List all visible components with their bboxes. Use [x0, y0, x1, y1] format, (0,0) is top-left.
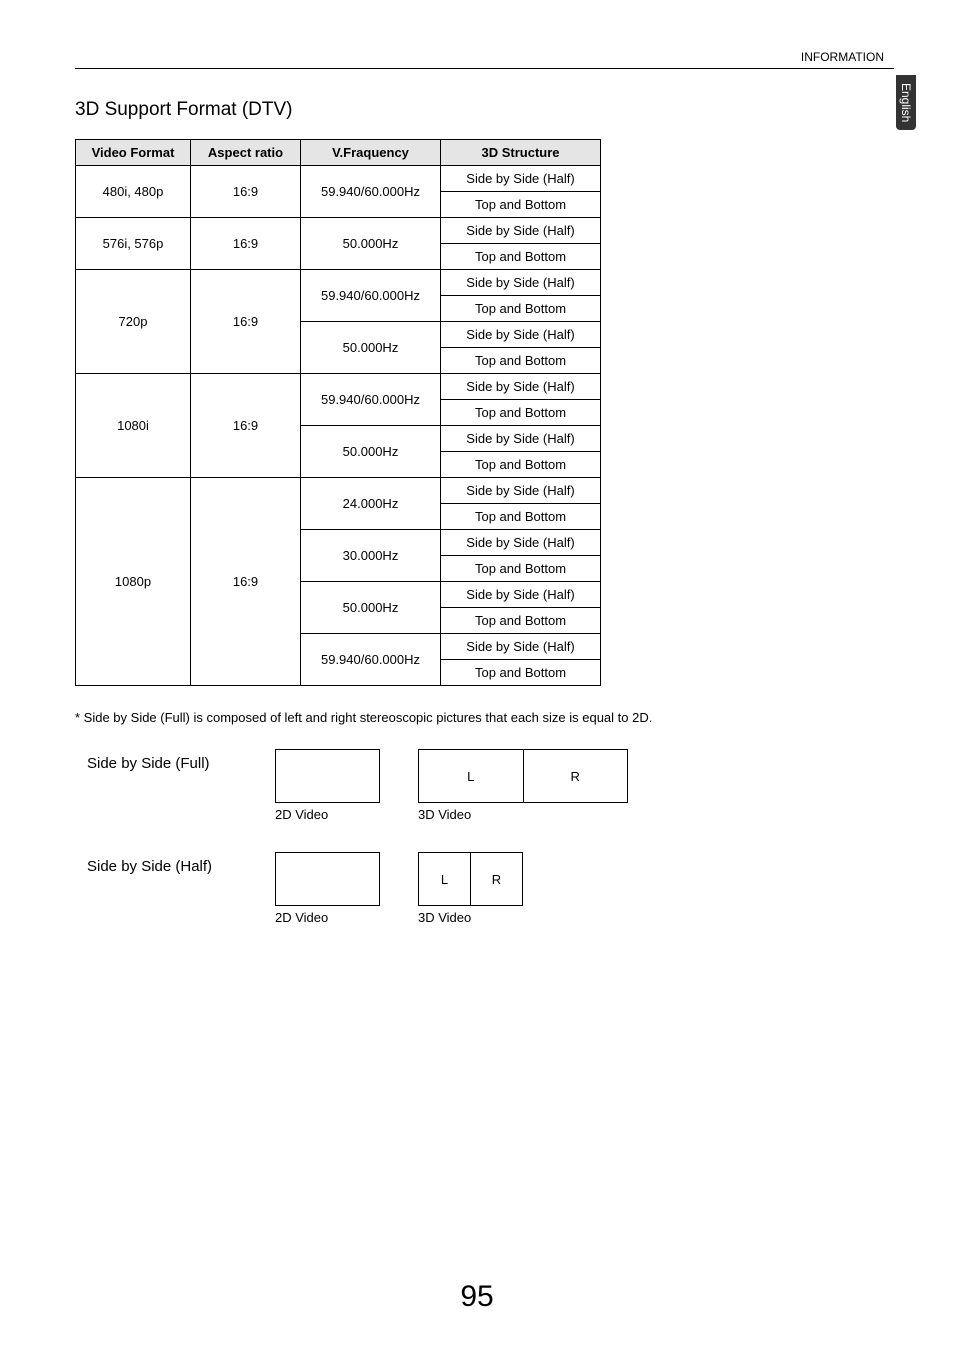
box-3d-full-r: R: [524, 750, 628, 802]
col-3d-structure: 3D Structure: [441, 140, 601, 166]
cell-3d-structure: Side by Side (Half): [441, 582, 601, 608]
fig-2d-full: 2D Video: [275, 749, 380, 822]
fig-2d-half: 2D Video: [275, 852, 380, 925]
dtv-format-table: Video Format Aspect ratio V.Fraquency 3D…: [75, 139, 601, 686]
col-aspect-ratio: Aspect ratio: [191, 140, 301, 166]
box-2d-video: [275, 749, 380, 803]
box-2d-video-half: [275, 852, 380, 906]
table-row: 576i, 576p16:950.000HzSide by Side (Half…: [76, 218, 601, 244]
header-section-label: INFORMATION: [801, 50, 884, 64]
fig-3d-full: L R 3D Video: [418, 749, 628, 822]
cell-3d-structure: Side by Side (Half): [441, 322, 601, 348]
caption-3d-full: 3D Video: [418, 807, 471, 822]
cell-3d-structure: Side by Side (Half): [441, 374, 601, 400]
fig-3d-half: L R 3D Video: [418, 852, 523, 925]
cell-vfrequency: 30.000Hz: [301, 530, 441, 582]
col-vfrequency: V.Fraquency: [301, 140, 441, 166]
cell-vfrequency: 59.940/60.000Hz: [301, 634, 441, 686]
diagram-label-full: Side by Side (Full): [75, 749, 275, 772]
cell-3d-structure: Side by Side (Half): [441, 166, 601, 192]
diagram-label-half: Side by Side (Half): [75, 852, 275, 875]
cell-vfrequency: 50.000Hz: [301, 426, 441, 478]
cell-aspect-ratio: 16:9: [191, 166, 301, 218]
cell-vfrequency: 59.940/60.000Hz: [301, 270, 441, 322]
table-row: 1080p16:924.000HzSide by Side (Half): [76, 478, 601, 504]
cell-video-format: 576i, 576p: [76, 218, 191, 270]
cell-3d-structure: Top and Bottom: [441, 244, 601, 270]
cell-vfrequency: 59.940/60.000Hz: [301, 374, 441, 426]
box-3d-half: L R: [418, 852, 523, 906]
cell-3d-structure: Top and Bottom: [441, 452, 601, 478]
cell-3d-structure: Top and Bottom: [441, 400, 601, 426]
cell-3d-structure: Top and Bottom: [441, 504, 601, 530]
page-header: INFORMATION: [75, 50, 894, 69]
box-3d-half-l: L: [419, 853, 471, 905]
cell-video-format: 1080p: [76, 478, 191, 686]
caption-2d-full: 2D Video: [275, 807, 328, 822]
page-number: 95: [0, 1280, 954, 1314]
col-video-format: Video Format: [76, 140, 191, 166]
section-title: 3D Support Format (DTV): [75, 99, 894, 121]
cell-3d-structure: Side by Side (Half): [441, 218, 601, 244]
cell-vfrequency: 59.940/60.000Hz: [301, 166, 441, 218]
caption-3d-half: 3D Video: [418, 910, 471, 925]
cell-3d-structure: Top and Bottom: [441, 556, 601, 582]
caption-2d-half: 2D Video: [275, 910, 328, 925]
diagram-sbs-full: Side by Side (Full) 2D Video L R 3D Vide…: [75, 749, 894, 822]
cell-3d-structure: Side by Side (Half): [441, 634, 601, 660]
cell-3d-structure: Top and Bottom: [441, 660, 601, 686]
cell-3d-structure: Side by Side (Half): [441, 270, 601, 296]
cell-aspect-ratio: 16:9: [191, 218, 301, 270]
table-row: 720p16:959.940/60.000HzSide by Side (Hal…: [76, 270, 601, 296]
cell-aspect-ratio: 16:9: [191, 478, 301, 686]
cell-vfrequency: 24.000Hz: [301, 478, 441, 530]
table-row: 1080i16:959.940/60.000HzSide by Side (Ha…: [76, 374, 601, 400]
cell-vfrequency: 50.000Hz: [301, 218, 441, 270]
cell-3d-structure: Side by Side (Half): [441, 426, 601, 452]
cell-video-format: 1080i: [76, 374, 191, 478]
box-3d-full: L R: [418, 749, 628, 803]
footnote: * Side by Side (Full) is composed of lef…: [75, 710, 894, 725]
cell-3d-structure: Top and Bottom: [441, 192, 601, 218]
diagram-sbs-half: Side by Side (Half) 2D Video L R 3D Vide…: [75, 852, 894, 925]
cell-3d-structure: Top and Bottom: [441, 608, 601, 634]
cell-3d-structure: Top and Bottom: [441, 296, 601, 322]
cell-video-format: 720p: [76, 270, 191, 374]
cell-video-format: 480i, 480p: [76, 166, 191, 218]
cell-3d-structure: Side by Side (Half): [441, 478, 601, 504]
table-row: 480i, 480p16:959.940/60.000HzSide by Sid…: [76, 166, 601, 192]
cell-aspect-ratio: 16:9: [191, 374, 301, 478]
language-tab: English: [896, 75, 916, 130]
cell-3d-structure: Side by Side (Half): [441, 530, 601, 556]
cell-aspect-ratio: 16:9: [191, 270, 301, 374]
cell-vfrequency: 50.000Hz: [301, 582, 441, 634]
cell-vfrequency: 50.000Hz: [301, 322, 441, 374]
box-3d-full-l: L: [419, 750, 524, 802]
box-3d-half-r: R: [471, 853, 522, 905]
cell-3d-structure: Top and Bottom: [441, 348, 601, 374]
